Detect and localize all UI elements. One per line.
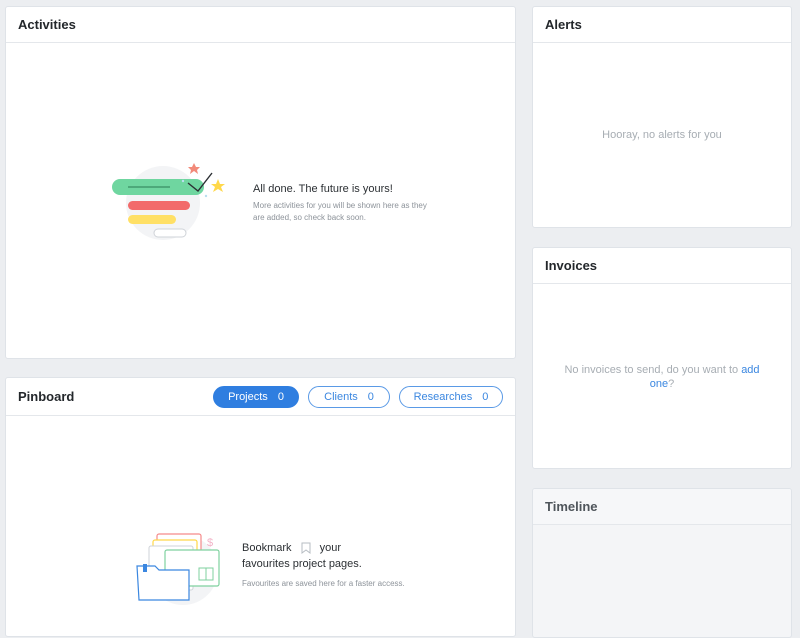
pinboard-empty-line2: favourites project pages. <box>242 558 362 570</box>
timeline-title: Timeline <box>545 499 598 514</box>
invoices-empty-state: No invoices to send, do you want to add … <box>553 363 771 391</box>
pinboard-empty-subtitle: Favourites are saved here for a faster a… <box>242 579 405 588</box>
pinboard-empty-state: Bookmark your favourites project pages. … <box>242 540 412 590</box>
tab-researches-label: Researches <box>413 390 473 403</box>
activities-empty-state: All done. The future is yours! More acti… <box>253 183 433 224</box>
pinboard-title: Pinboard <box>18 389 75 404</box>
pinboard-empty-before: Bookmark <box>242 542 292 554</box>
activities-empty-subtitle: More activities for you will be shown he… <box>253 201 427 222</box>
pinboard-empty-after: your <box>319 542 342 554</box>
tab-researches[interactable]: Researches 0 <box>399 385 503 408</box>
timeline-card: Timeline <box>532 488 792 638</box>
pinboard-header: Pinboard Projects 0 Clients 0 Researches… <box>6 378 515 416</box>
tab-clients-count: 0 <box>367 390 374 403</box>
tab-researches-count: 0 <box>482 390 489 403</box>
activities-empty-title: All done. The future is yours! <box>253 183 393 195</box>
alerts-empty-text: Hooray, no alerts for you <box>602 129 722 141</box>
activities-card: Activities All done. The future is yours… <box>5 6 516 359</box>
tab-projects[interactable]: Projects 0 <box>213 385 299 408</box>
tab-projects-label: Projects <box>228 390 268 403</box>
alerts-title: Alerts <box>545 17 582 32</box>
bookmark-icon <box>301 542 311 555</box>
pinboard-tabs: Projects 0 Clients 0 Researches 0 <box>213 385 503 408</box>
tab-clients[interactable]: Clients 0 <box>308 385 390 408</box>
activities-title: Activities <box>18 17 76 32</box>
tab-clients-label: Clients <box>324 390 358 403</box>
invoices-card: Invoices No invoices to send, do you wan… <box>532 247 792 469</box>
invoices-header: Invoices <box>533 248 791 284</box>
tab-projects-count: 0 <box>277 390 284 403</box>
alerts-header: Alerts <box>533 7 791 43</box>
invoices-empty-text: No invoices to send, do you want to <box>564 364 739 376</box>
alerts-card: Alerts Hooray, no alerts for you <box>532 6 792 228</box>
activities-header: Activities <box>6 7 515 43</box>
all-done-illustration-icon <box>112 163 225 240</box>
svg-text:$: $ <box>207 537 213 549</box>
timeline-header: Timeline <box>533 489 791 525</box>
invoices-title: Invoices <box>545 258 598 273</box>
pinboard-card: Pinboard Projects 0 Clients 0 Researches… <box>5 377 516 637</box>
pinboard-empty-line1: Bookmark your <box>242 540 412 556</box>
folder-illustration-icon: $ <box>136 533 220 605</box>
invoices-empty-suffix: ? <box>668 378 675 390</box>
